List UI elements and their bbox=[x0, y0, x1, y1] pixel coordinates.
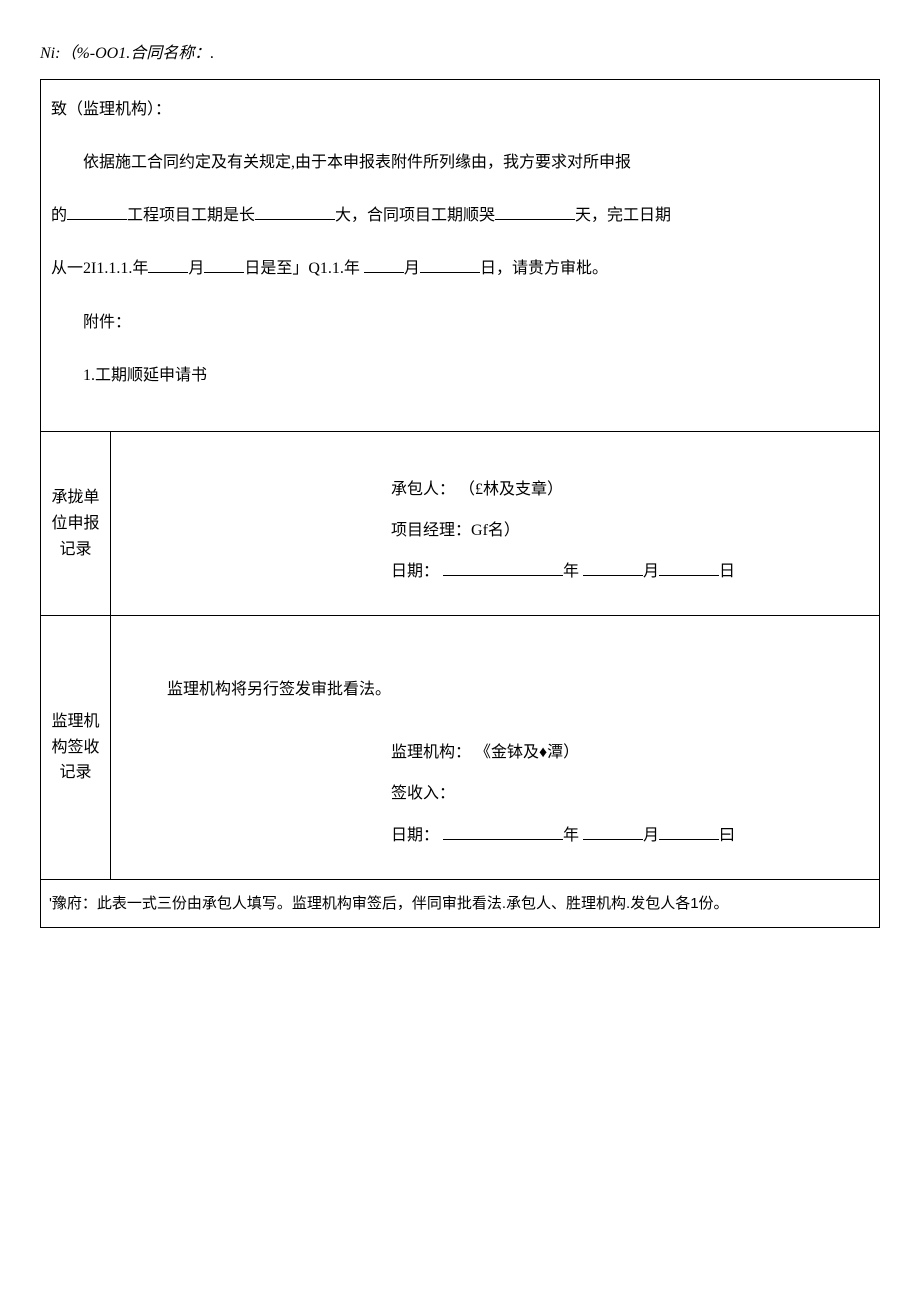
body-line-1: 依据施工合同约定及有关规定,由于本申报表附件所列缘由，我方要求对所申报 bbox=[51, 145, 869, 180]
supervisor-date-line: 日期： 年 月 曰 bbox=[391, 818, 859, 853]
pm-label: 项目经理： bbox=[391, 522, 471, 539]
date-label-1: 日期： bbox=[391, 563, 439, 580]
year-1: 年 bbox=[563, 563, 579, 580]
pm-note: Gf名） bbox=[471, 522, 520, 539]
org-label: 监理机构： bbox=[391, 744, 471, 761]
org-note: 《金钵及♦潭） bbox=[475, 744, 579, 761]
blank-day1[interactable] bbox=[204, 257, 244, 273]
blank-extend[interactable] bbox=[255, 204, 335, 220]
body3-e: 日，请贵方审枇。 bbox=[480, 260, 608, 277]
body2-c: 大，合同项目工期顺哭 bbox=[335, 207, 495, 224]
supervisor-row: 监理机构签收记录 监理机构将另行签发审批看法。 监理机构： 《金钵及♦潭） 签收… bbox=[41, 616, 879, 879]
supervisor-sig-block: 监理机构： 《金钵及♦潭） 签收入： 日期： 年 月 曰 bbox=[391, 735, 859, 853]
blank-day2[interactable] bbox=[420, 257, 480, 273]
date-label-2: 日期： bbox=[391, 827, 439, 844]
contractor-row: 承拢单位申报记录 承包人： （£林及支章） 项目经理：Gf名） 日期： 年 月 日 bbox=[41, 432, 879, 617]
attachment-item-1: 1.工期顺延申请书 bbox=[51, 358, 869, 393]
blank-day-c2[interactable] bbox=[659, 824, 719, 840]
contractor-note: （£林及支章） bbox=[459, 481, 563, 498]
blank-month2[interactable] bbox=[364, 257, 404, 273]
supervisor-side-text: 监理机构签收记录 bbox=[46, 709, 105, 786]
attachment-label: 附件： bbox=[51, 305, 869, 340]
receiver-line: 签收入： bbox=[391, 776, 859, 811]
body3-a: 从一2I1.1.1.年 bbox=[51, 260, 148, 277]
to-line: 致（监理机构）： bbox=[51, 92, 869, 127]
footer-note: '豫府：此表一式三份由承包人填写。监理机构审签后，伴同审批看法.承包人、胜理机构… bbox=[41, 880, 879, 927]
month-1: 月 bbox=[643, 563, 659, 580]
contractor-side-label: 承拢单位申报记录 bbox=[41, 432, 111, 616]
blank-month-c2[interactable] bbox=[583, 824, 643, 840]
body-line-3: 从一2I1.1.1.年 月 日是至」Q1.1.年 月 日，请贵方审枇。 bbox=[51, 251, 869, 286]
supervisor-body: 监理机构将另行签发审批看法。 bbox=[151, 676, 859, 705]
blank-days[interactable] bbox=[495, 204, 575, 220]
blank-day-c1[interactable] bbox=[659, 560, 719, 576]
body3-d: 月 bbox=[404, 260, 420, 277]
contractor-sig-block: 承包人： （£林及支章） 项目经理：Gf名） 日期： 年 月 日 bbox=[391, 472, 859, 590]
footer-text: '豫府：此表一式三份由承包人填写。监理机构审签后，伴同审批看法.承包人、胜理机构… bbox=[49, 895, 729, 912]
blank-year-2[interactable] bbox=[443, 824, 563, 840]
contractor-line: 承包人： （£林及支章） bbox=[391, 472, 859, 507]
header-text: Ni:（%-OO1.合同名称：. bbox=[40, 45, 214, 62]
main-form-table: 致（监理机构）： 依据施工合同约定及有关规定,由于本申报表附件所列缘由，我方要求… bbox=[40, 79, 880, 928]
body-line-2: 的 工程项目工期是长 大，合同项目工期顺哭 天，完工日期 bbox=[51, 198, 869, 233]
supervisor-side-label: 监理机构签收记录 bbox=[41, 616, 111, 878]
body2-d: 天，完工日期 bbox=[575, 207, 671, 224]
body2-b: 工程项目工期是长 bbox=[127, 207, 255, 224]
contractor-content: 承包人： （£林及支章） 项目经理：Gf名） 日期： 年 月 日 bbox=[111, 432, 879, 616]
contractor-label: 承包人： bbox=[391, 481, 455, 498]
year-2: 年 bbox=[563, 827, 579, 844]
contractor-date-line: 日期： 年 月 日 bbox=[391, 554, 859, 589]
blank-month1[interactable] bbox=[148, 257, 188, 273]
receiver-label: 签收入： bbox=[391, 785, 455, 802]
pm-line: 项目经理：Gf名） bbox=[391, 513, 859, 548]
body3-c: 日是至」Q1.1.年 bbox=[244, 260, 360, 277]
blank-project[interactable] bbox=[67, 204, 127, 220]
doc-header: Ni:（%-OO1.合同名称：. bbox=[40, 40, 880, 69]
body3-b: 月 bbox=[188, 260, 204, 277]
day-1: 日 bbox=[719, 563, 735, 580]
contractor-side-text: 承拢单位申报记录 bbox=[46, 485, 105, 562]
org-line: 监理机构： 《金钵及♦潭） bbox=[391, 735, 859, 770]
body2-a: 的 bbox=[51, 207, 67, 224]
day-2: 曰 bbox=[719, 827, 735, 844]
blank-year-1[interactable] bbox=[443, 560, 563, 576]
request-section: 致（监理机构）： 依据施工合同约定及有关规定,由于本申报表附件所列缘由，我方要求… bbox=[41, 80, 879, 432]
supervisor-content: 监理机构将另行签发审批看法。 监理机构： 《金钵及♦潭） 签收入： 日期： 年 … bbox=[111, 616, 879, 878]
blank-month-c1[interactable] bbox=[583, 560, 643, 576]
month-2: 月 bbox=[643, 827, 659, 844]
